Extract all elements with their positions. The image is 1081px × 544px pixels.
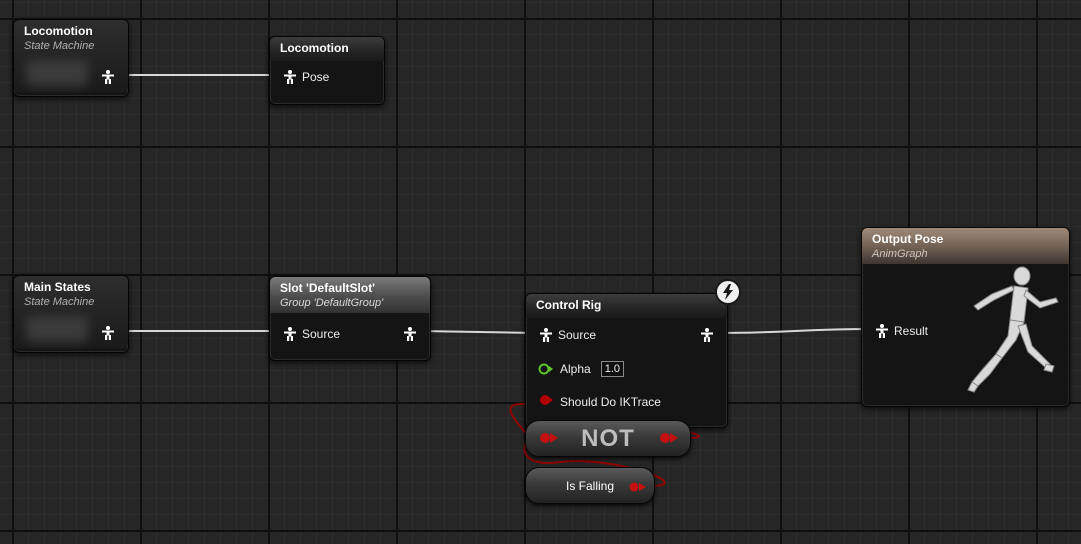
node-subtitle: State Machine xyxy=(24,296,95,308)
running-mannequin-icon xyxy=(958,266,1066,399)
source-input-pin[interactable]: Source xyxy=(540,328,596,342)
pose-person-icon xyxy=(102,326,114,340)
float-pin-icon xyxy=(538,363,554,375)
slot-default-node[interactable]: Slot 'DefaultSlot' Group 'DefaultGroup' … xyxy=(269,276,431,361)
node-title: Control Rig xyxy=(536,298,602,312)
node-title: Output Pose xyxy=(872,232,944,246)
bool-pin-icon xyxy=(538,394,554,409)
thumbnail-placeholder xyxy=(26,60,88,86)
main-states-state-machine-node[interactable]: Main States State Machine xyxy=(13,275,129,353)
pin-label: Source xyxy=(302,327,341,341)
locomotion-state-machine-node[interactable]: Locomotion State Machine xyxy=(13,19,129,97)
result-input-pin[interactable]: Result xyxy=(876,324,928,338)
pose-person-icon xyxy=(876,324,888,338)
pose-person-icon xyxy=(701,328,713,342)
alpha-value-field[interactable]: 1.0 xyxy=(600,361,624,377)
node-title: Locomotion xyxy=(280,41,349,55)
lightning-bolt-icon xyxy=(715,279,741,305)
pose-person-icon xyxy=(284,70,296,84)
pose-person-icon xyxy=(284,327,296,341)
output-pose-node[interactable]: Output Pose AnimGraph Result xyxy=(861,227,1070,407)
locomotion-pose-node[interactable]: Locomotion Pose xyxy=(269,36,385,105)
bool-output-pin-icon[interactable] xyxy=(658,431,680,450)
pose-person-icon xyxy=(404,327,416,341)
is-falling-node[interactable]: Is Falling xyxy=(525,467,655,504)
pin-label: Result xyxy=(894,324,929,338)
node-subtitle: Group 'DefaultGroup' xyxy=(280,297,384,309)
not-label: NOT xyxy=(581,424,635,452)
thumbnail-placeholder xyxy=(26,316,88,342)
pose-output-pin[interactable] xyxy=(404,327,416,341)
node-title: Locomotion xyxy=(24,24,93,38)
bool-output-pin-icon[interactable] xyxy=(628,480,648,498)
pose-output-pin[interactable] xyxy=(102,326,114,340)
pin-label: Source xyxy=(558,328,597,342)
wire-slot-to-controlrig-source xyxy=(419,330,539,334)
source-input-pin[interactable]: Source xyxy=(284,327,340,341)
is-falling-label: Is Falling xyxy=(565,478,615,493)
pose-output-pin[interactable] xyxy=(102,70,114,84)
node-title: Main States xyxy=(24,280,91,294)
pose-output-pin[interactable]: Pose xyxy=(284,70,329,84)
wire-controlrig-to-output-result xyxy=(717,328,873,334)
should-do-iktrace-input-pin[interactable]: Should Do IKTrace xyxy=(538,394,661,409)
alpha-input-pin[interactable]: Alpha 1.0 xyxy=(538,361,624,377)
node-subtitle: AnimGraph xyxy=(872,248,928,260)
node-subtitle: State Machine xyxy=(24,40,95,52)
pin-label: Alpha xyxy=(560,362,591,376)
bool-input-pin-icon[interactable] xyxy=(538,431,560,450)
pose-person-icon xyxy=(102,70,114,84)
pin-label: Pose xyxy=(302,70,330,84)
pose-output-pin[interactable] xyxy=(701,328,713,342)
node-title: Slot 'DefaultSlot' xyxy=(280,281,376,295)
not-node[interactable]: NOT xyxy=(525,420,691,457)
pin-label: Should Do IKTrace xyxy=(560,394,661,409)
pose-person-icon xyxy=(540,328,552,342)
control-rig-node[interactable]: Control Rig Source Alpha 1.0 Should Do I… xyxy=(525,293,728,428)
